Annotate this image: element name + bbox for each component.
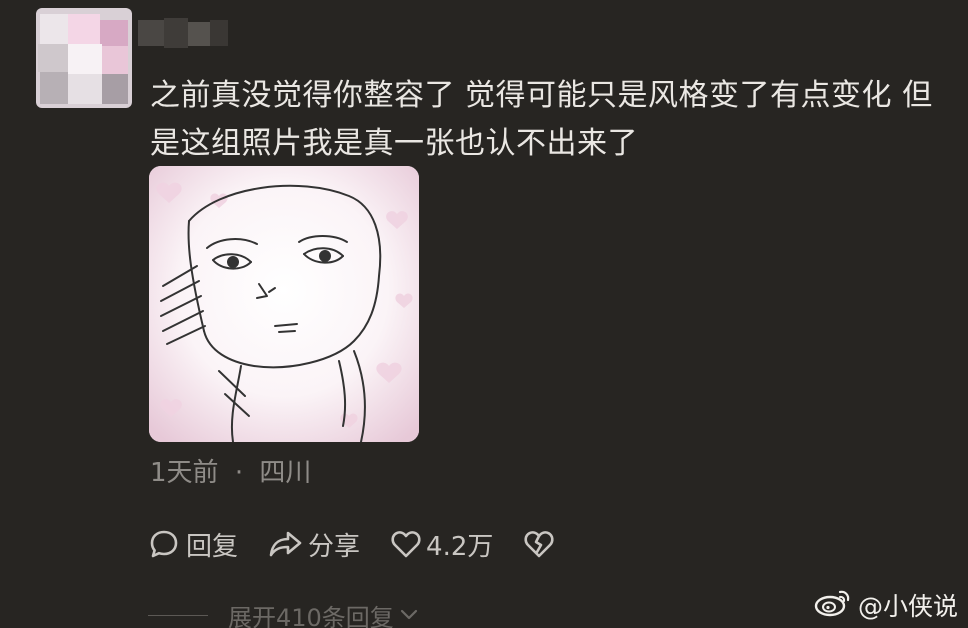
- comment-location: 四川: [259, 458, 312, 488]
- chevron-down-icon: [398, 602, 420, 628]
- comment-attached-image[interactable]: [149, 166, 419, 442]
- watermark: @小侠说: [814, 586, 958, 624]
- watermark-handle: @小侠说: [857, 592, 958, 621]
- weibo-logo-icon: [814, 586, 852, 624]
- dislike-button[interactable]: [523, 529, 555, 559]
- expand-divider-line: [148, 615, 208, 616]
- username-blurred[interactable]: [138, 14, 228, 54]
- share-button[interactable]: 分享: [268, 526, 360, 563]
- meta-separator: ·: [234, 458, 244, 488]
- comment-meta: 1天前 · 四川: [150, 455, 311, 491]
- comment-text-line-1: 之前真没觉得你整容了 觉得可能只是风格变了有点变化 但: [150, 78, 933, 113]
- like-button[interactable]: 4.2万: [390, 526, 493, 563]
- avatar[interactable]: [36, 8, 132, 108]
- expand-replies-label: 展开410条回复: [228, 604, 394, 628]
- reply-label: 回复: [186, 531, 239, 562]
- comment-action-bar: 回复 分享 4.2万: [148, 522, 555, 566]
- share-arrow-icon: [268, 528, 304, 560]
- like-count: 4.2万: [426, 531, 494, 562]
- comment-screen: 之前真没觉得你整容了 觉得可能只是风格变了有点变化 但 是这组照片我是真一张也认…: [0, 0, 968, 628]
- expand-replies-button[interactable]: 展开410条回复: [148, 598, 420, 628]
- comment-text-line-2: 是这组照片我是真一张也认不出来了: [150, 126, 638, 161]
- heart-outline-icon: [390, 529, 422, 559]
- comment-time: 1天前: [150, 458, 219, 488]
- face-sketch-drawing: [149, 166, 419, 442]
- comment-text: 之前真没觉得你整容了 觉得可能只是风格变了有点变化 但 是这组照片我是真一张也认…: [150, 72, 960, 168]
- share-label: 分享: [308, 531, 361, 562]
- broken-heart-icon: [523, 529, 555, 559]
- reply-button[interactable]: 回复: [148, 526, 238, 563]
- speech-bubble-icon: [148, 528, 180, 560]
